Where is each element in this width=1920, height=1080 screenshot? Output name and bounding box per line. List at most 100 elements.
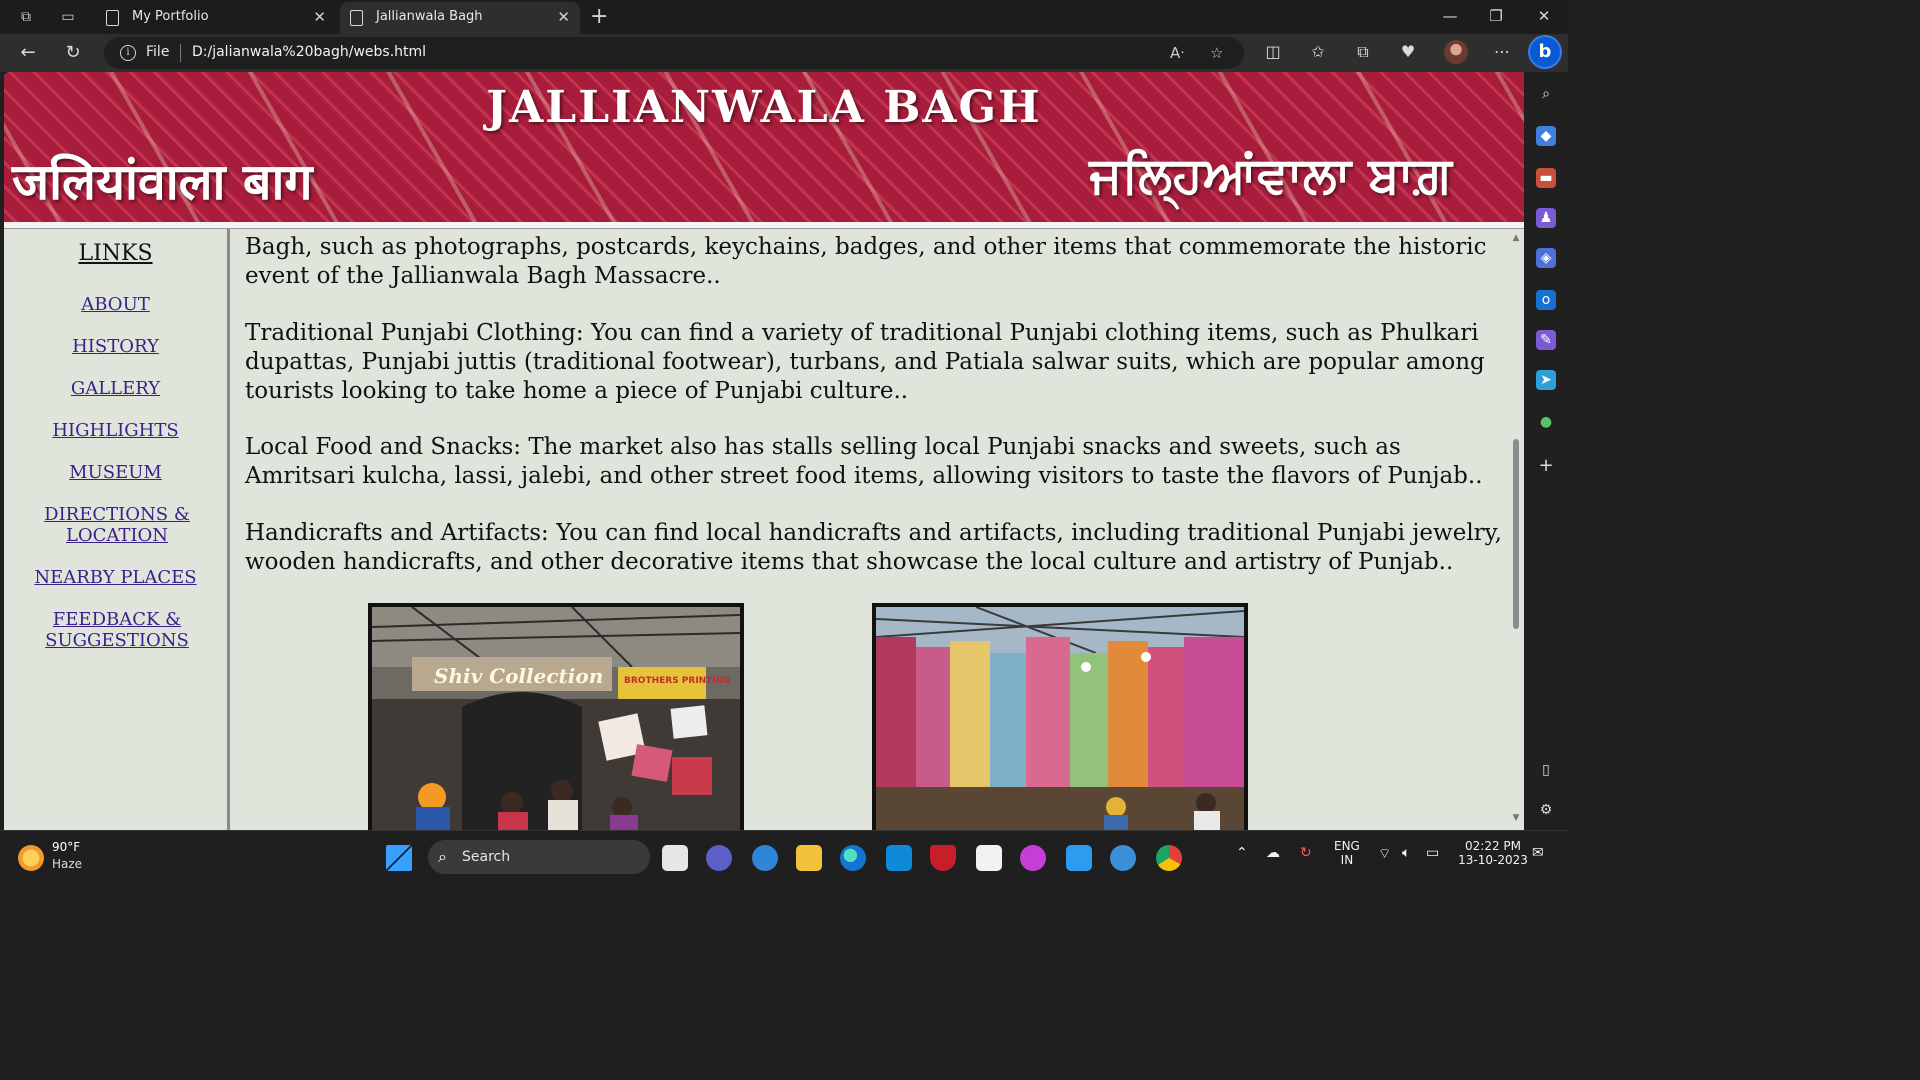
scroll-down-icon[interactable]: ▼ [1511, 813, 1521, 823]
designer-icon[interactable]: ✎ [1536, 330, 1556, 350]
info-icon[interactable]: i [120, 45, 136, 61]
settings-icon[interactable]: ⚙ [1536, 800, 1556, 820]
region-code: IN [1340, 853, 1354, 867]
nav-link-highlights[interactable]: HIGHLIGHTS [4, 420, 227, 441]
scroll-up-icon[interactable]: ▲ [1511, 233, 1521, 243]
wps-icon[interactable] [1020, 845, 1046, 871]
tab-title: My Portfolio [132, 9, 209, 24]
collections-icon[interactable]: ⧉ [1351, 42, 1375, 62]
clock-date: 13-10-2023 [1458, 853, 1528, 867]
language-indicator[interactable]: ENG IN [1334, 839, 1360, 867]
mcafee-icon[interactable] [930, 845, 956, 871]
notepad-icon[interactable] [1066, 845, 1092, 871]
paragraph-food: Local Food and Snacks: The market also h… [245, 434, 1483, 489]
page-viewport: JALLIANWALA BAGH जलियांवाला बाग ਜਲ੍ਹਿਆਂਵ… [4, 72, 1524, 830]
close-tab-icon[interactable]: ✕ [557, 2, 570, 32]
onedrive-icon[interactable]: ☁ [1266, 845, 1280, 861]
tab-title: Jallianwala Bagh [376, 9, 483, 24]
links-heading: LINKS [78, 241, 153, 266]
favorites-icon[interactable]: ✩ [1306, 42, 1330, 61]
edge-browser-icon[interactable] [840, 845, 866, 871]
address-divider [180, 44, 181, 62]
nav-link-feedback[interactable]: FEEDBACK & SUGGESTIONS [42, 609, 192, 651]
tools-icon[interactable]: ▬ [1536, 168, 1556, 188]
tab-jallianwala-bagh[interactable]: Jallianwala Bagh ✕ [340, 2, 580, 34]
banner-hindi-title: जलियांवाला बाग [12, 153, 313, 211]
scrollbar-thumb[interactable] [1513, 439, 1519, 629]
read-aloud-icon[interactable]: Aᐧ [1170, 44, 1184, 62]
windows-taskbar: 90°F Haze ⌕ Search ⌃ ☁ ↻ ENG IN ⌔ 🔈︎ ▭ 0… [0, 830, 1568, 883]
new-tab-icon[interactable]: + [590, 4, 608, 29]
favorite-star-icon[interactable]: ☆ [1210, 44, 1223, 62]
globe-app-icon[interactable] [1110, 845, 1136, 871]
page-scrollbar[interactable]: ▲ ▼ [1508, 229, 1524, 830]
banner-divider [4, 222, 1524, 229]
microsoft-store-icon[interactable] [976, 845, 1002, 871]
myhp-icon[interactable] [886, 845, 912, 871]
page-banner: JALLIANWALA BAGH जलियांवाला बाग ਜਲ੍ਹਿਆਂਵ… [4, 72, 1524, 222]
teams-chat-icon[interactable] [706, 845, 732, 871]
printing-sign-text: BROTHERS PRINTING [624, 676, 731, 686]
notifications-icon[interactable]: ✉ [1532, 845, 1544, 861]
close-window-icon[interactable]: ✕ [1524, 4, 1564, 28]
send-icon[interactable]: ➤ [1536, 370, 1556, 390]
sync-icon[interactable]: ↻ [1300, 845, 1312, 861]
tab-actions-icon[interactable]: ▭ [58, 7, 78, 27]
clock-time: 02:22 PM [1465, 839, 1521, 853]
weather-haze-icon[interactable] [18, 845, 44, 871]
address-url[interactable]: D:/jalianwala%20bagh/webs.html [192, 44, 426, 60]
address-bar[interactable]: i File D:/jalianwala%20bagh/webs.html Aᐧ… [104, 37, 1244, 69]
weather-temp[interactable]: 90°F [52, 840, 80, 854]
taskbar-search-placeholder: Search [462, 849, 511, 865]
search-icon[interactable]: ⌕ [1536, 84, 1556, 104]
weather-condition[interactable]: Haze [52, 857, 82, 871]
market-photo-fabrics [872, 603, 1248, 830]
nav-link-history[interactable]: HISTORY [4, 336, 227, 357]
minimize-icon[interactable]: — [1430, 4, 1470, 28]
help-icon[interactable] [752, 845, 778, 871]
nav-link-gallery[interactable]: GALLERY [4, 378, 227, 399]
drop-icon[interactable]: ● [1536, 412, 1556, 432]
nav-link-about[interactable]: ABOUT [4, 294, 227, 315]
paragraph-handicrafts: Handicrafts and Artifacts: You can find … [245, 520, 1502, 575]
games-icon[interactable]: ♟ [1536, 208, 1556, 228]
tab-my-portfolio[interactable]: My Portfolio ✕ [96, 2, 336, 34]
close-tab-icon[interactable]: ✕ [313, 2, 326, 32]
task-view-icon[interactable] [662, 845, 688, 871]
sidebar-layout-icon[interactable]: ▯ [1536, 760, 1556, 780]
outlook-icon[interactable]: o [1536, 290, 1556, 310]
more-menu-icon[interactable]: ⋯ [1490, 42, 1514, 61]
show-hidden-icons-chevron-icon[interactable]: ⌃ [1236, 845, 1248, 861]
main-content: Bagh, such as photographs, postcards, ke… [236, 229, 1506, 830]
nav-link-directions[interactable]: DIRECTIONS & LOCATION [42, 504, 192, 546]
links-sidebar: LINKS ABOUT HISTORY GALLERY HIGHLIGHTS M… [4, 229, 230, 830]
browser-title-bar: ⧉ ▭ My Portfolio ✕ Jallianwala Bagh ✕ + … [0, 0, 1568, 34]
browser-essentials-icon[interactable]: ♥ [1396, 42, 1420, 61]
tag-icon[interactable]: ◆ [1536, 126, 1556, 146]
nav-link-museum[interactable]: MUSEUM [4, 462, 227, 483]
battery-icon[interactable]: ▭ [1426, 845, 1439, 861]
copilot-icon[interactable]: ◈ [1536, 248, 1556, 268]
windows-start-icon[interactable] [386, 845, 412, 871]
profile-avatar[interactable] [1444, 40, 1468, 64]
shop-scene-image: Shiv Collection BROTHERS PRINTING [372, 607, 740, 830]
wifi-icon[interactable]: ⌔ [1378, 845, 1391, 863]
back-icon[interactable]: ← [15, 40, 41, 66]
workspaces-icon[interactable]: ⧉ [16, 7, 36, 27]
file-explorer-icon[interactable] [796, 845, 822, 871]
volume-icon[interactable]: 🔈︎ [1402, 845, 1410, 861]
language-code: ENG [1334, 839, 1360, 853]
refresh-icon[interactable]: ↻ [60, 40, 86, 66]
clock[interactable]: 02:22 PM 13-10-2023 [1458, 839, 1528, 867]
bing-copilot-icon[interactable]: b [1530, 37, 1560, 67]
edge-sidebar: ⌕ ◆ ▬ ♟ ◈ o ✎ ➤ ● + ▯ ⚙ [1524, 72, 1568, 830]
restore-icon[interactable]: ❐ [1476, 4, 1516, 28]
shop-sign-text: Shiv Collection [434, 664, 603, 688]
taskbar-search[interactable]: ⌕ Search [428, 840, 650, 874]
nav-link-nearby-places[interactable]: NEARBY PLACES [4, 567, 227, 588]
paragraph-clothing: Traditional Punjabi Clothing: You can fi… [245, 320, 1485, 404]
split-screen-icon[interactable]: ◫ [1261, 42, 1285, 61]
fabric-shop-image [876, 607, 1244, 830]
add-icon[interactable]: + [1536, 456, 1556, 476]
chrome-icon[interactable] [1156, 845, 1182, 871]
